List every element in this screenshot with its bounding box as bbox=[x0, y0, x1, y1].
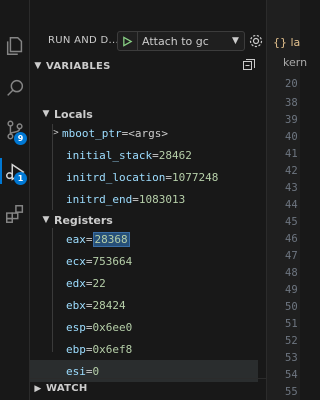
equals-sign: = bbox=[132, 192, 139, 206]
line-number: 39 bbox=[285, 114, 298, 126]
variables-title: VARIABLES bbox=[46, 60, 111, 72]
debug-sidebar: RUN AND D... Attach to gc ▼ ··· ▼ VARIAB… bbox=[30, 0, 295, 400]
register-row[interactable]: edx = 22 bbox=[30, 272, 258, 294]
equals-sign: = bbox=[85, 320, 93, 334]
variable-name: initial_stack bbox=[66, 148, 153, 162]
register-row[interactable]: esp = 0x6ee0 bbox=[30, 316, 258, 338]
active-view-indicator bbox=[0, 158, 2, 184]
extensions-icon[interactable] bbox=[3, 202, 27, 226]
variable-row[interactable]: initrd_location = 1077248 bbox=[30, 166, 258, 188]
locals-label: Locals bbox=[54, 107, 93, 121]
variable-row[interactable]: initial_stack = 28462 bbox=[30, 144, 258, 166]
variable-name: initrd_end bbox=[66, 192, 133, 206]
register-row[interactable]: ebp = 0x6ef8 bbox=[30, 338, 258, 360]
launch-config-label: Attach to gc bbox=[142, 34, 209, 48]
gear-icon[interactable] bbox=[248, 33, 264, 49]
source-control-badge: 9 bbox=[14, 132, 27, 145]
line-number: 44 bbox=[285, 199, 298, 211]
register-name: esp bbox=[66, 320, 86, 334]
register-row[interactable]: ebx = 28424 bbox=[30, 294, 258, 316]
line-number: 50 bbox=[285, 301, 298, 313]
variable-value: <args> bbox=[128, 126, 168, 140]
run-debug-badge: 1 bbox=[14, 172, 27, 185]
equals-sign: = bbox=[152, 148, 159, 162]
equals-sign: = bbox=[85, 232, 93, 246]
register-value: 753664 bbox=[92, 254, 133, 268]
register-value: 0x6ee0 bbox=[92, 320, 133, 334]
chevron-down-icon: ▼ bbox=[232, 36, 239, 46]
equals-sign: = bbox=[85, 364, 93, 378]
register-name: ebx bbox=[66, 298, 86, 312]
search-icon[interactable] bbox=[3, 76, 27, 100]
variable-name: mboot_ptr bbox=[62, 126, 122, 140]
register-value: 28424 bbox=[92, 298, 126, 312]
variable-value: 28462 bbox=[158, 148, 192, 162]
explorer-icon[interactable] bbox=[3, 34, 27, 58]
variable-row[interactable]: initrd_end = 1083013 bbox=[30, 188, 258, 210]
line-number: 49 bbox=[285, 284, 298, 296]
equals-sign: = bbox=[165, 170, 172, 184]
line-number: 43 bbox=[285, 182, 298, 194]
line-number: 55 bbox=[285, 386, 298, 398]
equals-sign: = bbox=[85, 298, 93, 312]
chevron-down-icon: ▼ bbox=[42, 109, 50, 119]
register-value: 0 bbox=[92, 364, 100, 378]
editor-area: {} la kern 20 38 39 40 41 42 43 44 45 46… bbox=[266, 0, 307, 400]
register-name: ecx bbox=[66, 254, 86, 268]
launch-config-dropdown[interactable]: Attach to gc ▼ bbox=[117, 31, 245, 51]
register-row[interactable]: eax = 28368 bbox=[30, 228, 258, 250]
chevron-down-icon: ▼ bbox=[42, 215, 50, 225]
locals-scope-header[interactable]: ▼ Locals bbox=[38, 104, 93, 124]
watch-section-header[interactable]: ▶ WATCH bbox=[30, 378, 266, 398]
activity-bar: 9 1 bbox=[0, 0, 30, 400]
start-debugging-button[interactable] bbox=[118, 32, 138, 50]
line-number: 53 bbox=[285, 352, 298, 364]
registers-label: Registers bbox=[54, 213, 113, 227]
register-row[interactable]: ecx = 753664 bbox=[30, 250, 258, 272]
line-number: 20 bbox=[285, 78, 298, 90]
line-number: 47 bbox=[285, 250, 298, 262]
line-number: 42 bbox=[285, 165, 298, 177]
line-number: 40 bbox=[285, 131, 298, 143]
chevron-right-icon: ▶ bbox=[34, 383, 42, 394]
register-value: 22 bbox=[92, 276, 106, 290]
line-number: 46 bbox=[285, 233, 298, 245]
register-name: ebp bbox=[66, 342, 86, 356]
line-number: 41 bbox=[285, 148, 298, 160]
variable-row[interactable]: > mboot_ptr = <args> bbox=[30, 122, 258, 144]
chevron-down-icon: ▼ bbox=[34, 61, 42, 71]
register-value: 0x6ef8 bbox=[92, 342, 133, 356]
watch-title: WATCH bbox=[46, 383, 88, 394]
variable-value: 1083013 bbox=[138, 192, 186, 206]
line-number: 45 bbox=[285, 216, 298, 228]
variables-section-header[interactable]: ▼ VARIABLES bbox=[30, 56, 266, 76]
variable-name: initrd_location bbox=[66, 170, 166, 184]
line-number: 38 bbox=[285, 97, 298, 109]
equals-sign: = bbox=[85, 276, 93, 290]
registers-scope-header[interactable]: ▼ Registers bbox=[38, 210, 113, 230]
equals-sign: = bbox=[85, 254, 93, 268]
run-debug-title: RUN AND D... bbox=[48, 35, 119, 46]
breadcrumb[interactable]: kern bbox=[283, 56, 307, 69]
editor-tab[interactable]: {} la bbox=[267, 28, 301, 56]
register-name: esi bbox=[66, 364, 86, 378]
collapse-all-icon[interactable] bbox=[242, 58, 256, 72]
line-number: 52 bbox=[285, 335, 298, 347]
line-number: 51 bbox=[285, 318, 298, 330]
line-number: 48 bbox=[285, 267, 298, 279]
equals-sign: = bbox=[121, 126, 129, 140]
line-number: 54 bbox=[285, 369, 298, 381]
equals-sign: = bbox=[85, 342, 93, 356]
register-name: eax bbox=[66, 232, 86, 246]
play-icon bbox=[123, 35, 133, 47]
register-name: edx bbox=[66, 276, 86, 290]
chevron-right-icon: > bbox=[53, 128, 59, 138]
register-value-selected: 28368 bbox=[92, 231, 130, 247]
variable-value: 1077248 bbox=[171, 170, 219, 184]
